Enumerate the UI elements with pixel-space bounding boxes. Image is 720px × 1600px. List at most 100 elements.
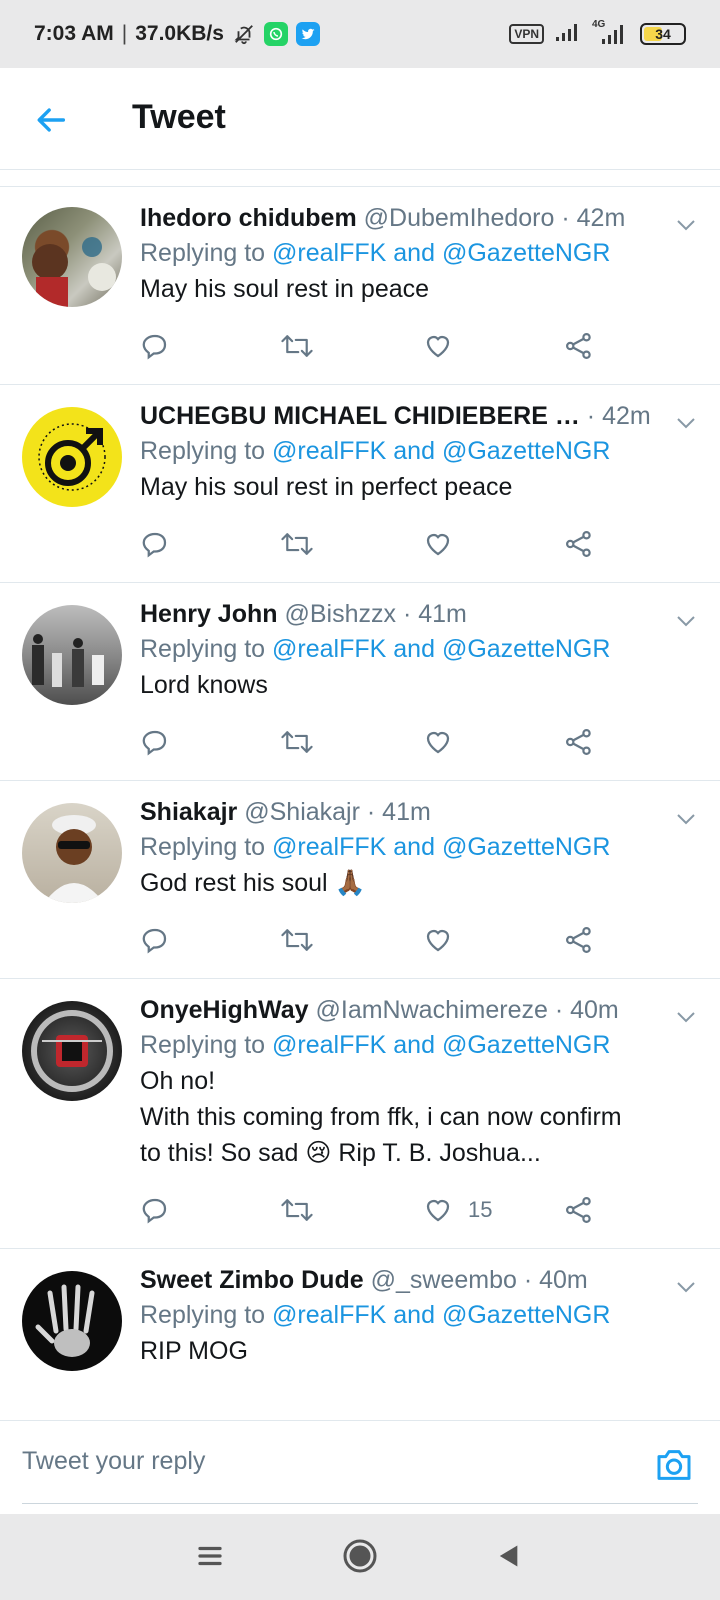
avatar[interactable] [22, 605, 122, 705]
heart-icon [426, 731, 450, 754]
reply-icon [142, 334, 167, 360]
battery-icon: 34 [640, 23, 686, 45]
author-handle[interactable]: @DubemIhedoro [364, 204, 555, 232]
avatar[interactable] [22, 407, 122, 507]
reply-button[interactable] [140, 1195, 170, 1225]
mention-link[interactable]: @GazetteNGR [442, 239, 610, 267]
reply-button[interactable] [140, 529, 170, 559]
like-button[interactable] [422, 529, 468, 559]
reply-composer [0, 1420, 720, 1512]
like-button[interactable]: 15 [422, 1195, 492, 1225]
chevron-down-icon[interactable] [674, 1275, 698, 1299]
tweet-item[interactable]: OnyeHighWay @IamNwachimereze · 40m Reply… [0, 979, 720, 1249]
reply-button[interactable] [140, 727, 170, 757]
twitter-icon [295, 22, 320, 46]
share-button[interactable] [564, 529, 594, 559]
menu-icon [198, 1546, 222, 1566]
reply-input[interactable] [22, 1447, 582, 1476]
mention-link[interactable]: @GazetteNGR [442, 635, 610, 663]
share-button[interactable] [564, 331, 594, 361]
tweet-time: 41m [418, 600, 467, 628]
replying-to: Replying to @realFFK and @GazetteNGR [140, 235, 700, 271]
and-text: and [393, 833, 435, 861]
reply-button[interactable] [140, 925, 170, 955]
author-name[interactable]: OnyeHighWay [140, 996, 309, 1024]
mention-link[interactable]: @realFFK [272, 1301, 386, 1329]
mention-link[interactable]: @GazetteNGR [442, 437, 610, 465]
replies-feed[interactable]: Ihedoro chidubem @DubemIhedoro · 42m Rep… [0, 186, 720, 1399]
replying-prefix: Replying to [140, 833, 266, 861]
tweet-item[interactable]: Henry John @Bishzzx · 41m Replying to @r… [0, 583, 720, 781]
tweet-item[interactable]: Sweet Zimbo Dude @_sweembo · 40m Replyin… [0, 1249, 720, 1399]
mention-link[interactable]: @realFFK [272, 833, 386, 861]
tweet-header: UCHEGBU MICHAEL CHIDIEBERE … · 42m [140, 399, 700, 433]
tweet-text: RIP MOG [140, 1337, 248, 1365]
chevron-down-icon[interactable] [674, 411, 698, 435]
mention-link[interactable]: @GazetteNGR [442, 1301, 610, 1329]
tweet-item[interactable]: Ihedoro chidubem @DubemIhedoro · 42m Rep… [0, 187, 720, 385]
tweet-actions [140, 925, 620, 961]
retweet-button[interactable] [280, 925, 314, 955]
share-button[interactable] [564, 1195, 594, 1225]
app-header: Tweet [0, 68, 720, 170]
tweet-actions: 15 [140, 1195, 620, 1231]
home-circle-icon [343, 1539, 377, 1573]
like-button[interactable] [422, 331, 468, 361]
mention-link[interactable]: @GazetteNGR [442, 1031, 610, 1059]
mention-link[interactable]: @GazetteNGR [442, 833, 610, 861]
avatar[interactable] [22, 1271, 122, 1371]
dot-separator: · [561, 204, 570, 232]
status-separator: | [121, 22, 128, 45]
share-button[interactable] [564, 925, 594, 955]
and-text: and [393, 1031, 435, 1059]
author-handle[interactable]: @Bishzzx [284, 600, 396, 628]
like-button[interactable] [422, 925, 468, 955]
like-button[interactable] [422, 727, 468, 757]
dot-separator: · [366, 798, 376, 826]
chevron-down-icon[interactable] [674, 1005, 698, 1029]
author-name[interactable]: Ihedoro chidubem [140, 204, 357, 232]
tweet-text: God rest his soul 🙏🏾 [140, 869, 366, 897]
chevron-down-icon[interactable] [674, 807, 698, 831]
mention-link[interactable]: @realFFK [272, 635, 386, 663]
author-name[interactable]: Sweet Zimbo Dude [140, 1266, 364, 1294]
author-name[interactable]: Shiakajr [140, 798, 237, 826]
reply-button[interactable] [140, 331, 170, 361]
author-name[interactable]: UCHEGBU MICHAEL CHIDIEBERE … [140, 402, 580, 430]
tweet-text-line: Oh no! [140, 1067, 216, 1095]
avatar[interactable] [22, 803, 122, 903]
replying-prefix: Replying to [140, 1031, 266, 1059]
dot-separator: · [402, 600, 412, 628]
author-handle[interactable]: @Shiakajr [244, 798, 360, 826]
author-name[interactable]: Henry John [140, 600, 278, 628]
mention-link[interactable]: @realFFK [272, 239, 386, 267]
author-handle[interactable]: @IamNwachimereze [316, 996, 548, 1024]
avatar[interactable] [22, 1001, 122, 1101]
avatar[interactable] [22, 207, 122, 307]
back-nav-button[interactable] [488, 1536, 528, 1576]
tweet-item[interactable]: UCHEGBU MICHAEL CHIDIEBERE … · 42m Reply… [0, 385, 720, 583]
retweet-button[interactable] [280, 529, 314, 559]
dot-separator: · [554, 996, 564, 1024]
tweet-text: May his soul rest in peace [140, 275, 430, 303]
replying-to: Replying to @realFFK and @GazetteNGR [140, 433, 700, 469]
back-button[interactable] [32, 100, 72, 140]
camera-button[interactable] [654, 1445, 694, 1485]
signal-4g-icon: 4G [590, 19, 630, 47]
retweet-button[interactable] [280, 331, 314, 361]
mention-link[interactable]: @realFFK [272, 1031, 386, 1059]
retweet-button[interactable] [280, 727, 314, 757]
chevron-down-icon[interactable] [674, 213, 698, 237]
menu-button[interactable] [190, 1536, 230, 1576]
tweet-item[interactable]: Shiakajr @Shiakajr · 41m Replying to @re… [0, 781, 720, 979]
share-icon [566, 729, 591, 755]
replying-to: Replying to @realFFK and @GazetteNGR [140, 1297, 700, 1333]
retweet-button[interactable] [280, 1195, 314, 1225]
author-handle[interactable]: @_sweembo [371, 1266, 517, 1294]
vpn-badge: VPN [509, 24, 544, 44]
tweet-actions [140, 529, 620, 565]
mention-link[interactable]: @realFFK [272, 437, 386, 465]
chevron-down-icon[interactable] [674, 609, 698, 633]
home-button[interactable] [340, 1536, 380, 1576]
share-button[interactable] [564, 727, 594, 757]
